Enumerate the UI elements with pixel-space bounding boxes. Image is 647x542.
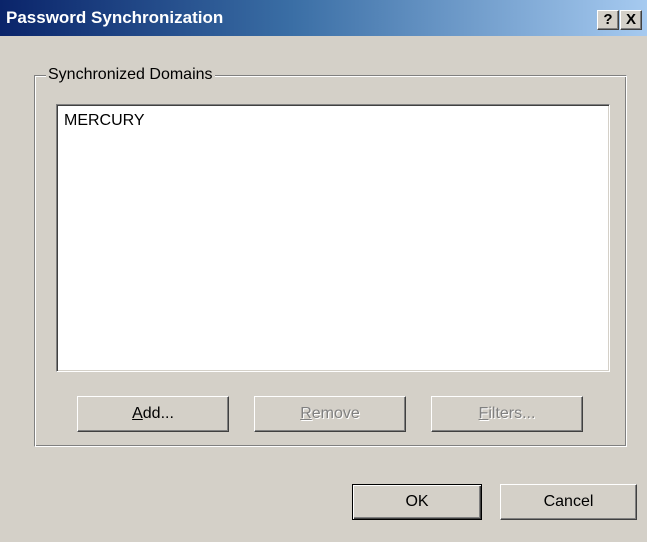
remove-button-label: emove — [311, 405, 360, 422]
cancel-button[interactable]: Cancel — [500, 484, 637, 520]
filters-button[interactable]: Filters... — [431, 396, 583, 432]
remove-button-mnemonic: R — [300, 405, 312, 422]
title-bar[interactable]: Password Synchronization ? X — [0, 0, 647, 36]
add-button-label: dd... — [142, 405, 174, 422]
list-item[interactable]: MERCURY — [64, 112, 145, 130]
password-sync-dialog: Password Synchronization ? X Synchronize… — [0, 0, 647, 542]
filters-button-label: ilters... — [488, 405, 536, 422]
add-button[interactable]: Add... — [77, 396, 229, 432]
filters-button-mnemonic: F — [478, 405, 489, 422]
domains-listbox[interactable]: MERCURY — [56, 104, 610, 372]
close-button[interactable]: X — [620, 10, 642, 30]
add-button-mnemonic: A — [132, 405, 143, 422]
remove-button[interactable]: Remove — [254, 396, 406, 432]
help-button[interactable]: ? — [597, 10, 619, 30]
question-mark-icon: ? — [603, 11, 613, 28]
group-label: Synchronized Domains — [46, 66, 215, 84]
close-icon: X — [625, 11, 636, 28]
dialog-title: Password Synchronization — [6, 8, 224, 27]
ok-button[interactable]: OK — [352, 484, 482, 520]
